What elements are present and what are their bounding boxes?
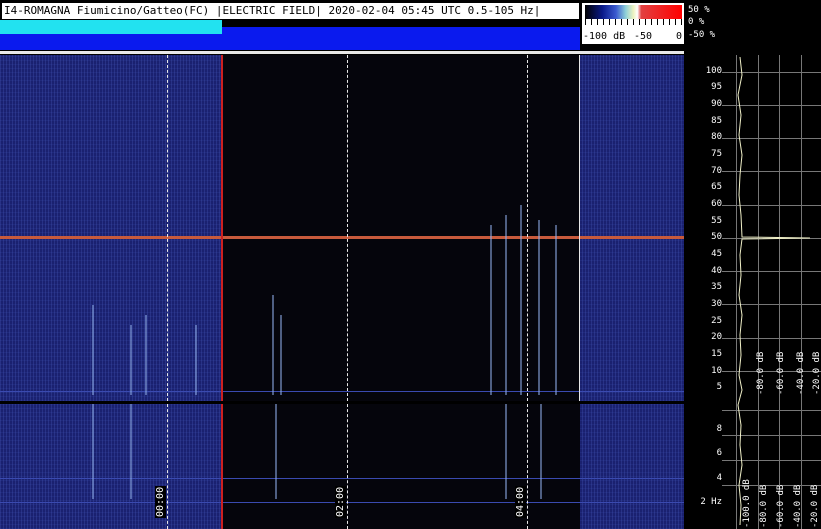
spectral-streak — [130, 404, 132, 499]
spectral-streak — [280, 315, 282, 395]
freq-5hz-line — [0, 391, 684, 392]
spectral-streak — [130, 325, 132, 395]
schumann-50hz-band — [0, 236, 684, 239]
spectral-streak — [520, 205, 522, 395]
freq-tick-low: 8 — [716, 424, 722, 434]
time-gridline — [347, 404, 348, 529]
spectral-profile-trace — [737, 56, 811, 526]
freq-tick-low: 2 Hz — [700, 497, 722, 507]
gap-end-marker — [579, 55, 580, 401]
percent-label-mid: 0 % — [688, 17, 705, 27]
gap-start-marker — [221, 404, 223, 529]
freq-tick: 10 — [711, 366, 722, 376]
time-gridline — [167, 55, 168, 401]
freq-tick: 30 — [711, 299, 722, 309]
time-gridline — [167, 404, 168, 529]
spectral-streak — [505, 215, 507, 395]
profile-db-label-top: -80.0 dB — [756, 351, 766, 395]
profile-db-label-bottom: -40.0 dB — [793, 484, 803, 528]
colorbar-min-label: -100 dB — [583, 31, 626, 42]
time-gridline — [347, 55, 348, 401]
spectral-streak — [490, 225, 492, 395]
freq-tick: 45 — [711, 249, 722, 259]
freq-tick: 65 — [711, 182, 722, 192]
spectral-streak — [540, 404, 542, 499]
freq-tick: 100 — [705, 66, 722, 76]
percent-label-bottom: -50 % — [688, 30, 716, 40]
colorbar-mid-label: -50 — [634, 31, 653, 42]
freq-tick-low: 4 — [716, 473, 722, 483]
freq-tick-low: 6 — [716, 448, 722, 458]
time-label-0000: 00:00 — [155, 485, 166, 518]
profile-db-label-top: -20.0 dB — [812, 351, 821, 395]
time-label-0400: 04:00 — [515, 485, 526, 518]
page-title: I4-ROMAGNA Fiumicino/Gatteo(FC) |ELECTRI… — [2, 3, 579, 19]
frequency-scale: 100 95 90 85 80 75 70 65 60 55 50 45 40 … — [684, 55, 722, 529]
freq-tick: 75 — [711, 149, 722, 159]
time-label-0200: 02:00 — [335, 485, 346, 518]
freq-tick: 15 — [711, 349, 722, 359]
freq-tick: 35 — [711, 282, 722, 292]
time-gridline — [527, 404, 528, 529]
freq-tick: 95 — [711, 82, 722, 92]
spectral-streak — [92, 305, 94, 395]
freq-tick: 40 — [711, 266, 722, 276]
spectrogram-main[interactable] — [0, 55, 684, 401]
colorbar-ticks — [585, 19, 682, 25]
spectral-streak — [505, 404, 507, 499]
spectrogram-viewer: I4-ROMAGNA Fiumicino/Gatteo(FC) |ELECTRI… — [0, 0, 821, 529]
profile-db-label-top: -60.0 dB — [776, 351, 786, 395]
spectral-streak — [275, 404, 277, 499]
spectral-streak — [195, 325, 197, 395]
spectral-streak — [272, 295, 274, 395]
freq-tick: 90 — [711, 99, 722, 109]
freq-tick: 50 — [711, 232, 722, 242]
data-status-bar-blue — [0, 34, 222, 50]
gap-start-marker — [221, 55, 223, 401]
freq-tick: 55 — [711, 216, 722, 226]
spectral-streak — [555, 225, 557, 395]
profile-db-label-bottom: -80.0 dB — [759, 484, 769, 528]
spectral-streak — [538, 220, 540, 395]
freq-tick: 70 — [711, 166, 722, 176]
freq-4hz-line — [0, 478, 684, 479]
spectral-streak — [92, 404, 94, 499]
time-gridline — [527, 55, 528, 401]
freq-tick: 25 — [711, 316, 722, 326]
data-status-bar-cyan — [0, 20, 222, 34]
data-status-bar-blue-right — [222, 27, 580, 50]
freq-tick: 80 — [711, 132, 722, 142]
colorbar-gradient — [585, 5, 682, 19]
spectral-profile-panel: -80.0 dB -60.0 dB -40.0 dB -20.0 dB -100… — [722, 55, 821, 529]
profile-db-label-top: -40.0 dB — [796, 351, 806, 395]
spectral-streak — [145, 315, 147, 395]
profile-db-label-bottom: -20.0 dB — [810, 484, 820, 528]
freq-tick: 60 — [711, 199, 722, 209]
freq-tick: 85 — [711, 116, 722, 126]
profile-db-label-bottom: -60.0 dB — [776, 484, 786, 528]
colorbar-max-label: 0 — [676, 31, 683, 42]
freq-tick: 20 — [711, 332, 722, 342]
freq-tick: 5 — [716, 382, 722, 392]
header-divider — [0, 51, 684, 54]
percent-label-top: 50 % — [688, 5, 710, 15]
profile-db-label-bottom: -100.0 dB — [742, 479, 752, 528]
